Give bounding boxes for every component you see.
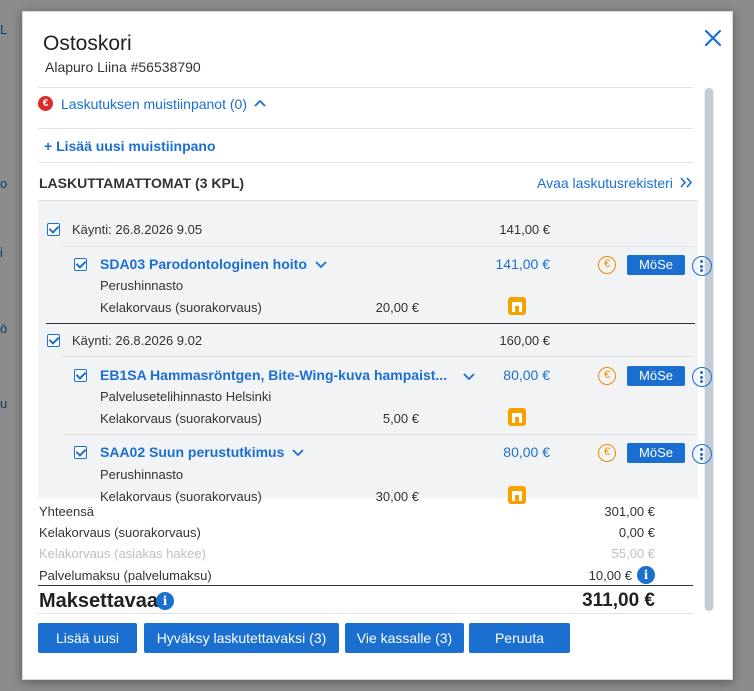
visit-separator <box>46 323 695 324</box>
send-to-cashier-button[interactable]: Vie kassalle (3) <box>345 623 464 653</box>
close-icon[interactable] <box>701 26 725 50</box>
divider <box>63 434 695 435</box>
billing-notes-label: Laskutuksen muistiinpanot (0) <box>61 96 247 112</box>
item-title-text: SDA03 Parodontologinen hoito <box>100 256 307 272</box>
approve-billing-button[interactable]: Hyväksy laskutettavaksi (3) <box>144 623 339 653</box>
visit-checkbox[interactable] <box>47 223 60 236</box>
payable-label-text: Maksettavaa <box>39 590 158 612</box>
sum-label: Yhteensä <box>39 504 94 519</box>
euro-warning-icon: € <box>38 96 53 111</box>
item-checkbox[interactable] <box>74 258 87 271</box>
euro-icon[interactable]: € <box>598 367 616 385</box>
double-chevron-right-icon <box>680 177 692 188</box>
divider <box>38 87 693 88</box>
kela-label: Kelakorvaus (suorakorvaus) <box>100 411 262 426</box>
item-checkbox[interactable] <box>74 446 87 459</box>
divider <box>63 356 695 357</box>
chevron-up-icon <box>254 99 266 107</box>
scrollbar[interactable] <box>704 88 714 611</box>
euro-icon[interactable]: € <box>598 256 616 274</box>
item-title-text: SAA02 Suun perustutkimus <box>100 444 285 460</box>
open-register-label: Avaa laskutusrekisteri <box>537 175 673 191</box>
item-title[interactable]: EB1SA Hammasröntgen, Bite-Wing-kuva hamp… <box>100 367 447 383</box>
item-amount: 80,00 € <box>503 444 550 460</box>
pricelist-label: Perushinnasto <box>100 278 184 293</box>
visit-checkbox[interactable] <box>47 334 60 347</box>
divider <box>38 613 693 614</box>
kela-icon <box>508 408 526 426</box>
kela-direct-label: Kelakorvaus (suorakorvaus) <box>39 525 201 540</box>
more-options-icon[interactable] <box>692 367 712 387</box>
visit-label: Käynti: 26.8.2026 9.05 <box>72 222 203 237</box>
kela-amount: 5,00 € <box>382 411 419 426</box>
kela-icon <box>508 297 526 315</box>
more-options-icon[interactable] <box>692 256 712 276</box>
kela-amount: 20,00 € <box>375 300 419 315</box>
add-new-button[interactable]: Lisää uusi <box>38 623 137 653</box>
divider <box>38 162 693 163</box>
service-fee-label: Palvelumaksu (palvelumaksu) <box>39 568 212 583</box>
kela-direct-value: 0,00 € <box>618 525 655 540</box>
mose-button[interactable]: MöSe <box>627 443 685 463</box>
info-icon[interactable]: i <box>156 592 174 610</box>
billing-notes-toggle[interactable]: Laskutuksen muistiinpanot (0) <box>61 96 266 112</box>
totals-separator <box>38 585 693 586</box>
pricelist-label: Palvelusetelihinnasto Helsinki <box>100 389 272 404</box>
kela-label: Kelakorvaus (suorakorvaus) <box>100 300 262 315</box>
scrollbar-thumb[interactable] <box>705 88 713 611</box>
chevron-down-icon <box>292 449 304 457</box>
payable-value: 311,00 € <box>582 590 655 611</box>
patient-subtitle: Alapuro Liina #56538790 <box>45 59 201 75</box>
visit-amount: 141,00 € <box>499 222 550 237</box>
item-title[interactable]: SDA03 Parodontologinen hoito <box>100 256 327 272</box>
dialog-title: Ostoskori <box>43 32 132 55</box>
kela-customer-label: Kelakorvaus (asiakas hakee) <box>39 546 206 561</box>
pricelist-label: Perushinnasto <box>100 467 184 482</box>
payable-label: Maksettavaa <box>39 590 158 613</box>
euro-icon[interactable]: € <box>598 444 616 462</box>
unbilled-list: Käynti: 26.8.2026 9.05 141,00 € SDA03 Pa… <box>38 200 712 504</box>
shopping-cart-dialog: Ostoskori Alapuro Liina #56538790 € Lask… <box>22 11 733 680</box>
cancel-button[interactable]: Peruuta <box>469 623 570 653</box>
divider <box>38 128 693 129</box>
item-amount: 141,00 € <box>495 256 551 272</box>
visit-amount: 160,00 € <box>499 333 550 348</box>
info-icon[interactable]: i <box>637 566 655 584</box>
more-options-icon[interactable] <box>692 444 712 464</box>
open-billing-register-link[interactable]: Avaa laskutusrekisteri <box>537 175 693 191</box>
unbilled-header: LASKUTTAMATTOMAT (3 KPL) <box>39 175 245 191</box>
kela-customer-value: 55,00 € <box>611 546 655 561</box>
kela-label: Kelakorvaus (suorakorvaus) <box>100 489 262 504</box>
kela-icon <box>508 486 526 504</box>
mose-button[interactable]: MöSe <box>627 366 685 386</box>
item-checkbox[interactable] <box>74 369 87 382</box>
item-title-text: EB1SA Hammasröntgen, Bite-Wing-kuva hamp… <box>100 367 448 383</box>
add-note-link[interactable]: + Lisää uusi muistiinpano <box>44 138 216 154</box>
item-amount: 80,00 € <box>503 367 550 383</box>
item-title[interactable]: SAA02 Suun perustutkimus <box>100 444 304 460</box>
sum-value: 301,00 € <box>604 504 655 519</box>
chevron-down-icon[interactable] <box>463 371 475 381</box>
chevron-down-icon <box>315 261 327 269</box>
kela-amount: 30,00 € <box>375 489 419 504</box>
service-fee-value: 10,00 € <box>588 568 632 583</box>
mose-button[interactable]: MöSe <box>627 255 685 275</box>
divider <box>63 246 695 247</box>
visit-label: Käynti: 26.8.2026 9.02 <box>72 333 203 348</box>
